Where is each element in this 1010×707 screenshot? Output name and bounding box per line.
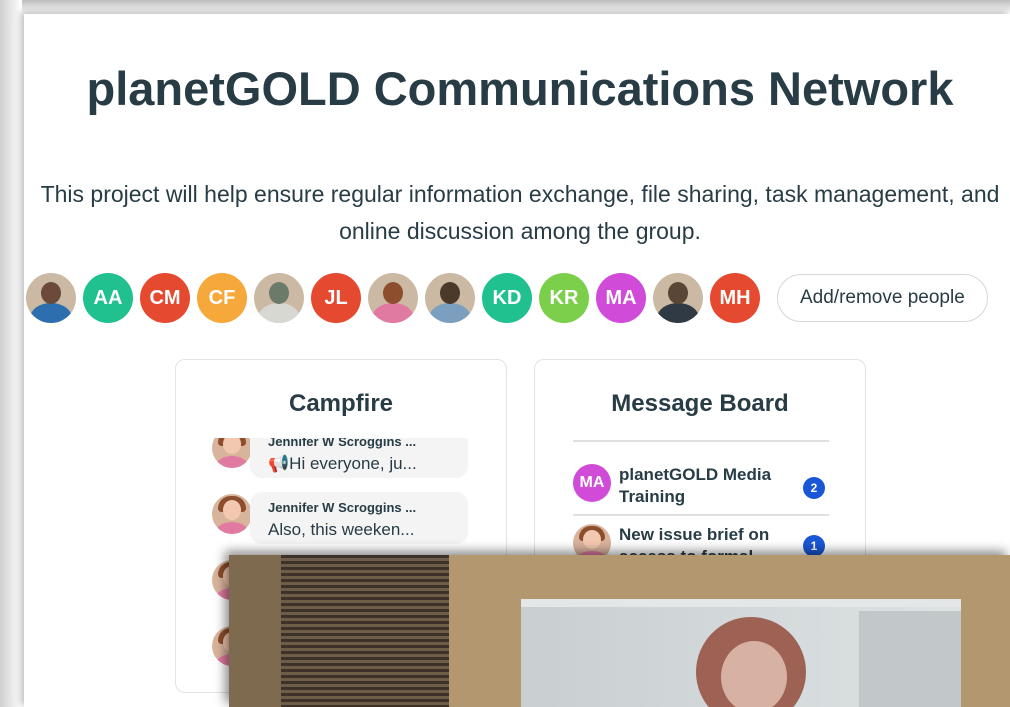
avatar[interactable]: CF: [197, 273, 247, 323]
campfire-title: Campfire: [288, 390, 394, 417]
message-title: planetGOLD Media Training: [619, 465, 772, 506]
project-title: planetGOLD Communications Network: [86, 62, 954, 115]
avatar[interactable]: AA: [83, 273, 133, 323]
avatar[interactable]: [425, 273, 475, 323]
video-call-toolbar: [521, 599, 961, 607]
avatar[interactable]: [254, 273, 304, 323]
window-shadow-left: [0, 0, 22, 707]
avatar-head: [41, 282, 61, 304]
chat-message[interactable]: Jennifer W Scroggins ... Also, this week…: [212, 492, 472, 554]
participant-face: [721, 641, 787, 707]
avatar[interactable]: MA: [596, 273, 646, 323]
avatar-body: [258, 303, 300, 323]
avatar[interactable]: KD: [482, 273, 532, 323]
projected-screen: [521, 599, 961, 707]
avatar[interactable]: [26, 273, 76, 323]
message-board-title: Message Board: [611, 390, 789, 417]
avatar-body: [429, 303, 471, 323]
avatar-body: [372, 303, 414, 323]
divider: [573, 440, 829, 442]
avatar[interactable]: CM: [140, 273, 190, 323]
avatar[interactable]: [368, 273, 418, 323]
window-shadow-top: [0, 0, 1010, 14]
avatar: [212, 438, 252, 468]
avatar-head: [383, 282, 403, 304]
chat-bubble: Jennifer W Scroggins ... Also, this week…: [250, 492, 468, 544]
avatar: MA: [573, 464, 611, 502]
chat-bubble: Jennifer W Scroggins ... 📢Hi everyone, j…: [250, 438, 468, 478]
add-remove-people-button[interactable]: Add/remove people: [777, 274, 988, 322]
unread-count-badge: 1: [803, 535, 825, 557]
divider: [573, 514, 829, 516]
message-board-item[interactable]: MA planetGOLD Media Training 2: [573, 464, 831, 512]
avatar[interactable]: KR: [539, 273, 589, 323]
avatar[interactable]: [653, 273, 703, 323]
people-row: AA CM CF JL KD KR MA MH Add/remove people: [26, 273, 988, 323]
wall: [229, 555, 289, 707]
avatar[interactable]: MH: [710, 273, 760, 323]
avatar[interactable]: JL: [311, 273, 361, 323]
chat-text: 📢Hi everyone, ju...: [268, 454, 417, 473]
chat-author: Jennifer W Scroggins ...: [268, 438, 417, 449]
unread-count-badge: 2: [803, 477, 825, 499]
project-description: This project will help ensure regular in…: [40, 181, 1000, 244]
avatar-head: [668, 282, 688, 304]
avatar-body: [30, 303, 72, 323]
air-vent: [281, 555, 449, 707]
chat-author: Jennifer W Scroggins ...: [268, 500, 417, 515]
video-call-photo: [229, 555, 1010, 707]
avatar: [212, 494, 252, 534]
avatar-body: [657, 303, 699, 323]
side-panel: [859, 611, 961, 707]
chat-text: Also, this weeken...: [268, 520, 415, 539]
avatar-head: [440, 282, 460, 304]
avatar-list: AA CM CF JL KD KR MA MH: [26, 273, 767, 323]
avatar-head: [269, 282, 289, 304]
chat-message[interactable]: Jennifer W Scroggins ... 📢Hi everyone, j…: [212, 438, 472, 488]
